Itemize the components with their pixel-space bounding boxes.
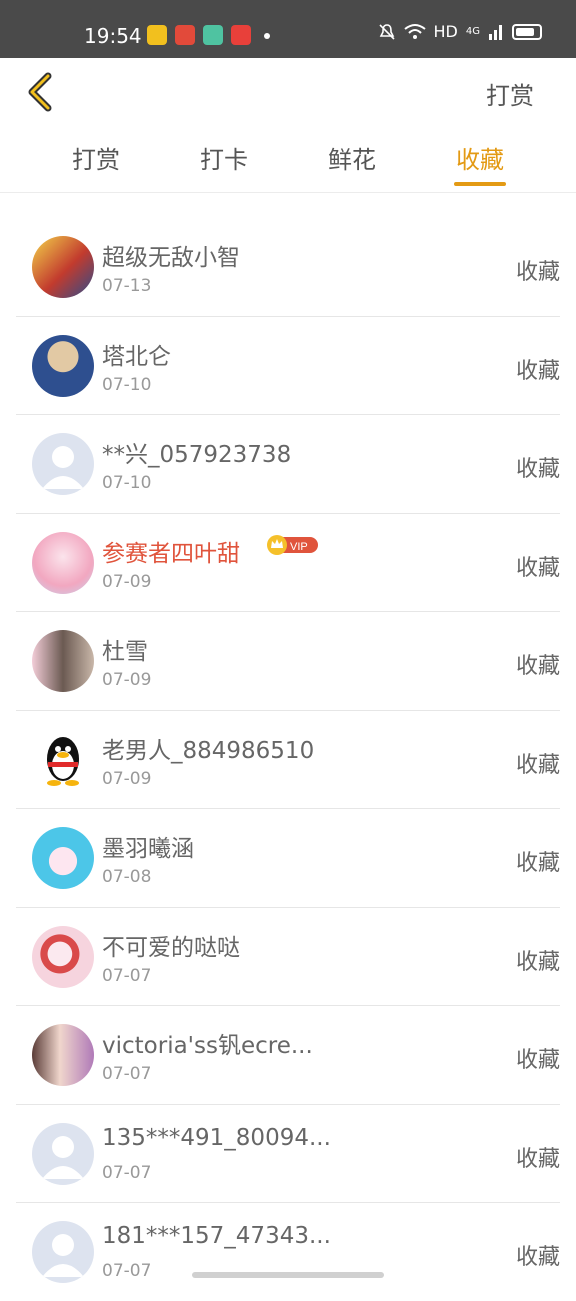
app-notification-icon <box>147 25 167 45</box>
avatar[interactable] <box>32 531 94 594</box>
favorite-action-label: 收藏 <box>515 1146 560 1172</box>
app-notification-icon <box>231 25 251 45</box>
tab-flowers[interactable]: 鲜花 <box>302 140 402 175</box>
list-item[interactable]: 不可爱的哒哒 07-07 收藏 <box>16 908 560 1006</box>
app-notification-icon <box>175 25 195 45</box>
item-date: 07-10 <box>102 473 152 493</box>
item-date: 07-10 <box>102 374 152 395</box>
battery-icon <box>512 23 542 40</box>
back-arrow-icon[interactable] <box>24 70 64 114</box>
item-date: 07-07 <box>102 965 152 986</box>
tab-checkin[interactable]: 打卡 <box>174 140 274 175</box>
app-notification-icon <box>203 25 223 45</box>
default-avatar-icon[interactable] <box>32 433 94 495</box>
default-avatar-icon[interactable] <box>32 1122 94 1185</box>
status-indicators: HD 4G <box>378 22 542 41</box>
item-date: 07-09 <box>102 571 152 592</box>
wifi-icon <box>403 23 426 39</box>
favorite-action-label: 收藏 <box>515 358 560 384</box>
avatar[interactable] <box>32 334 94 397</box>
item-date: 07-07 <box>102 1261 152 1281</box>
vip-crown-icon: VIP <box>267 534 318 555</box>
item-date: 07-09 <box>102 670 152 690</box>
favorite-action-label: 收藏 <box>515 1245 560 1270</box>
active-tab-indicator <box>454 182 506 186</box>
avatar[interactable] <box>32 630 94 692</box>
user-name: victoria'ss钒ecre... <box>102 1033 313 1059</box>
default-avatar-icon[interactable] <box>32 1221 94 1283</box>
home-indicator[interactable] <box>192 1272 384 1278</box>
list-item[interactable]: 参赛者四叶甜 VIP 07-09 收藏 <box>16 514 560 612</box>
favorite-action-label: 收藏 <box>515 260 560 285</box>
item-date: 07-13 <box>102 276 152 296</box>
user-name: 不可爱的哒哒 <box>102 934 240 961</box>
status-time: 19:54 <box>84 24 142 48</box>
avatar[interactable] <box>32 236 94 298</box>
favorite-action-label: 收藏 <box>515 555 560 581</box>
network-type: HD <box>433 22 458 41</box>
tab-favorites[interactable]: 收藏 <box>430 140 530 175</box>
list-item[interactable]: 超级无敌小智 07-13 收藏 <box>16 218 560 317</box>
favorite-action-label: 收藏 <box>515 654 560 679</box>
user-name: 参赛者四叶甜 <box>102 540 240 567</box>
favorite-action-label: 收藏 <box>515 851 560 876</box>
avatar[interactable] <box>32 827 94 889</box>
favorites-list: 超级无敌小智 07-13 收藏 塔北仑 07-10 收藏 **兴_0579237… <box>0 218 576 1301</box>
user-name: 墨羽曦涵 <box>102 836 194 862</box>
favorite-action-label: 收藏 <box>515 1048 560 1073</box>
favorite-action-label: 收藏 <box>515 752 560 778</box>
list-item[interactable]: 181***157_47343... 07-07 收藏 <box>16 1203 560 1301</box>
user-name: 杜雪 <box>102 639 148 665</box>
list-item[interactable]: 墨羽曦涵 07-08 收藏 <box>16 809 560 908</box>
tab-reward[interactable]: 打赏 <box>46 140 146 175</box>
item-date: 07-09 <box>102 768 152 789</box>
signal-icon <box>489 24 502 40</box>
list-item[interactable]: 135***491_80094... 07-07 收藏 <box>16 1105 560 1203</box>
list-item[interactable]: victoria'ss钒ecre... 07-07 收藏 <box>16 1006 560 1105</box>
reward-header-button[interactable]: 打赏 <box>486 76 534 111</box>
item-date: 07-07 <box>102 1064 152 1084</box>
avatar[interactable] <box>32 1024 94 1086</box>
signal-type: 4G <box>465 26 480 37</box>
favorite-action-label: 收藏 <box>515 949 560 975</box>
tab-bar: 打赏 打卡 鲜花 收藏 <box>0 128 576 193</box>
user-name: 老男人_884986510 <box>102 737 315 764</box>
list-item[interactable]: **兴_057923738 07-10 收藏 <box>16 415 560 514</box>
user-name: 181***157_47343... <box>102 1223 331 1249</box>
user-name: 135***491_80094... <box>102 1124 331 1151</box>
vip-label: VIP <box>290 541 308 553</box>
list-item[interactable]: 塔北仑 07-10 收藏 <box>16 317 560 415</box>
item-date: 07-08 <box>102 867 152 887</box>
mute-bell-icon <box>378 23 395 40</box>
item-date: 07-07 <box>102 1162 152 1183</box>
qq-penguin-icon[interactable] <box>32 728 94 791</box>
list-item[interactable]: 老男人_884986510 07-09 收藏 <box>16 711 560 809</box>
header: 打赏 <box>0 58 576 128</box>
avatar[interactable] <box>32 925 94 988</box>
more-notifications-icon <box>264 33 270 39</box>
user-name: 塔北仑 <box>102 343 171 370</box>
favorite-action-label: 收藏 <box>515 457 560 482</box>
status-bar: 19:54 HD 4G <box>0 0 576 58</box>
list-item[interactable]: 杜雪 07-09 收藏 <box>16 612 560 711</box>
user-name: 超级无敌小智 <box>102 245 240 271</box>
user-name: **兴_057923738 <box>102 442 292 468</box>
